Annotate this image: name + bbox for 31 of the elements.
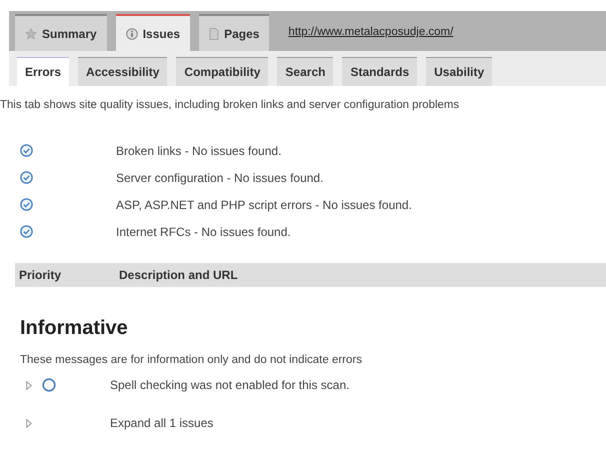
sub-tab[interactable]: Compatibility bbox=[176, 57, 268, 86]
site-url-link[interactable]: http://www.metalacposudje.com/ bbox=[288, 24, 454, 38]
expand-arrow-icon[interactable] bbox=[26, 380, 32, 390]
main-tab[interactable]: Pages bbox=[199, 14, 270, 51]
expand-all-link[interactable]: Expand all 1 issues bbox=[110, 416, 214, 430]
page-icon bbox=[209, 28, 220, 40]
intro-text: This tab shows site quality issues, including broken links and server configuration problems bbox=[0, 99, 460, 111]
sub-tab[interactable]: Usability bbox=[426, 57, 492, 86]
check-result: Broken links - No issues found. bbox=[116, 144, 282, 158]
sub-tab[interactable]: Standards bbox=[342, 57, 418, 86]
star-icon bbox=[25, 28, 37, 40]
check-circle-icon bbox=[20, 225, 33, 238]
main-tab[interactable]: Summary bbox=[15, 14, 107, 51]
column-header: Priority bbox=[18, 268, 62, 282]
info-icon bbox=[126, 28, 138, 40]
check-circle-icon bbox=[20, 198, 33, 211]
info-circle-icon bbox=[42, 378, 56, 392]
sub-tab[interactable]: Search bbox=[277, 57, 334, 86]
check-circle-icon bbox=[20, 171, 33, 184]
section-heading: Informative bbox=[20, 317, 129, 340]
sub-tab[interactable]: Errors bbox=[17, 57, 70, 86]
main-tab[interactable]: Issues bbox=[116, 14, 190, 51]
issue-message: Spell checking was not enabled for this scan. bbox=[110, 378, 350, 392]
expand-arrow-icon[interactable] bbox=[26, 418, 32, 428]
column-header: Description and URL bbox=[119, 268, 238, 282]
check-circle-icon bbox=[20, 144, 33, 157]
section-description: These messages are for information only and do not indicate errors bbox=[20, 354, 363, 366]
sub-tab[interactable]: Accessibility bbox=[78, 57, 168, 86]
check-result: Server configuration - No issues found. bbox=[116, 170, 324, 184]
check-result: ASP, ASP.NET and PHP script errors - No issues found. bbox=[116, 198, 412, 212]
check-result: Internet RFCs - No issues found. bbox=[116, 224, 291, 238]
